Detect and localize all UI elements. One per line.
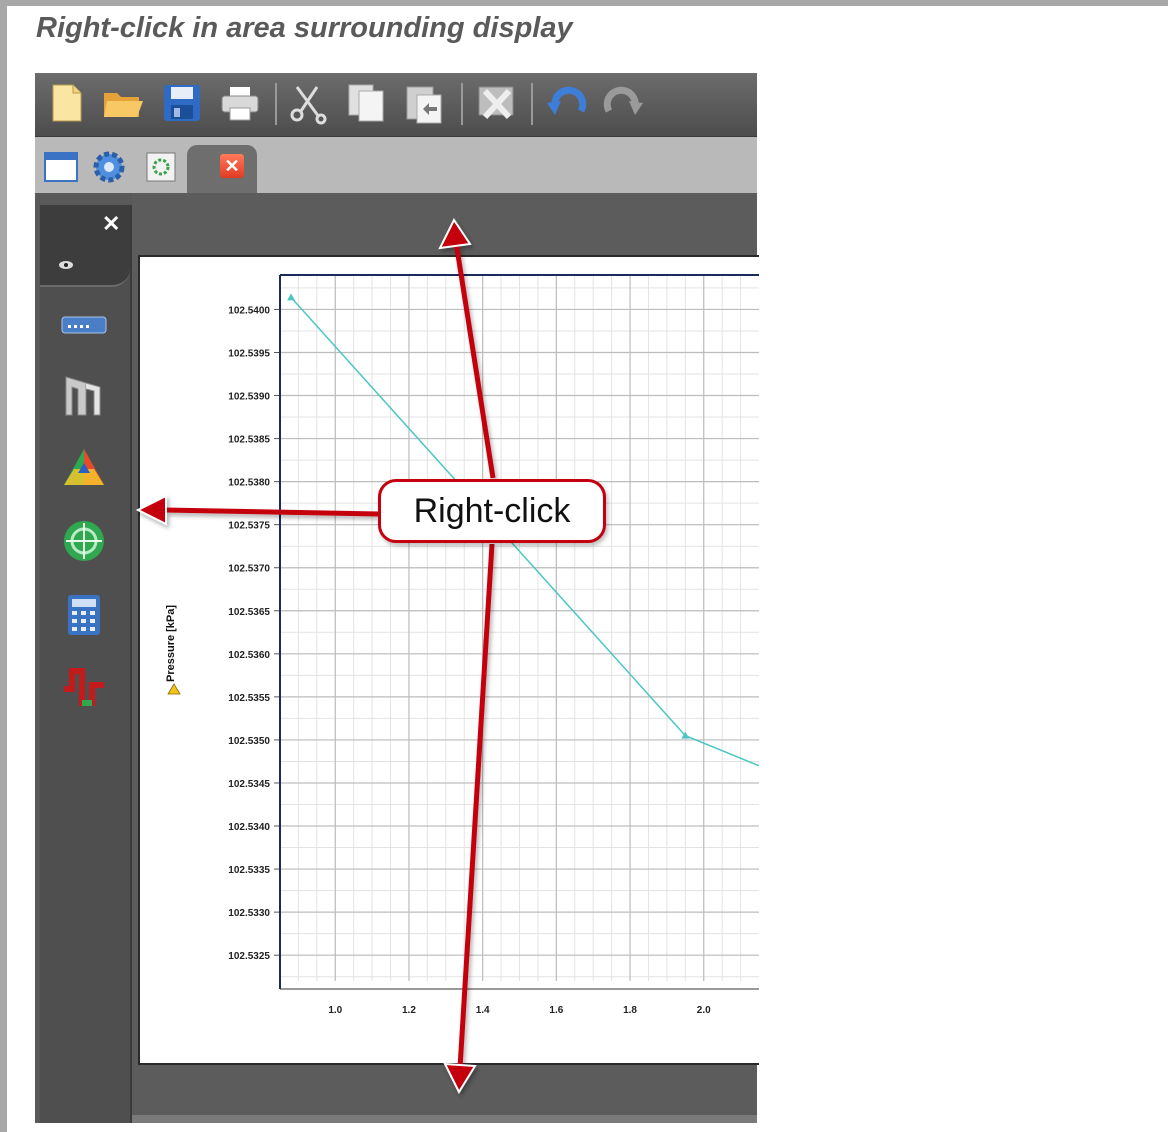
arrow-down-head: [443, 1062, 477, 1095]
arrow-up-line: [453, 241, 496, 479]
arrow-left-line: [163, 507, 379, 517]
arrow-up-head: [438, 218, 472, 250]
arrow-down-line: [457, 543, 495, 1069]
right-click-callout: Right-click: [378, 479, 606, 543]
arrow-left-head: [135, 494, 167, 526]
annotation-overlay: [135, 218, 496, 1095]
